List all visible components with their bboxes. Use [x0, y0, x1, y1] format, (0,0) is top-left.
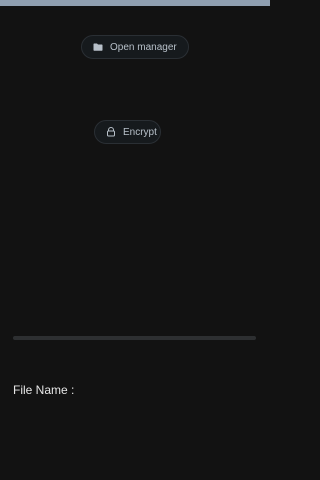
- progress-bar: [13, 336, 256, 340]
- file-name-prefix: File Name :: [13, 383, 75, 397]
- folder-icon: [92, 41, 104, 53]
- open-manager-button[interactable]: Open manager: [81, 35, 189, 59]
- open-manager-label: Open manager: [110, 41, 177, 53]
- encrypt-button[interactable]: Encrypt: [94, 120, 161, 144]
- encrypt-label: Encrypt: [123, 126, 157, 138]
- top-app-bar: [0, 0, 270, 6]
- file-name-label: File Name :: [13, 383, 74, 397]
- lock-icon: [105, 126, 117, 138]
